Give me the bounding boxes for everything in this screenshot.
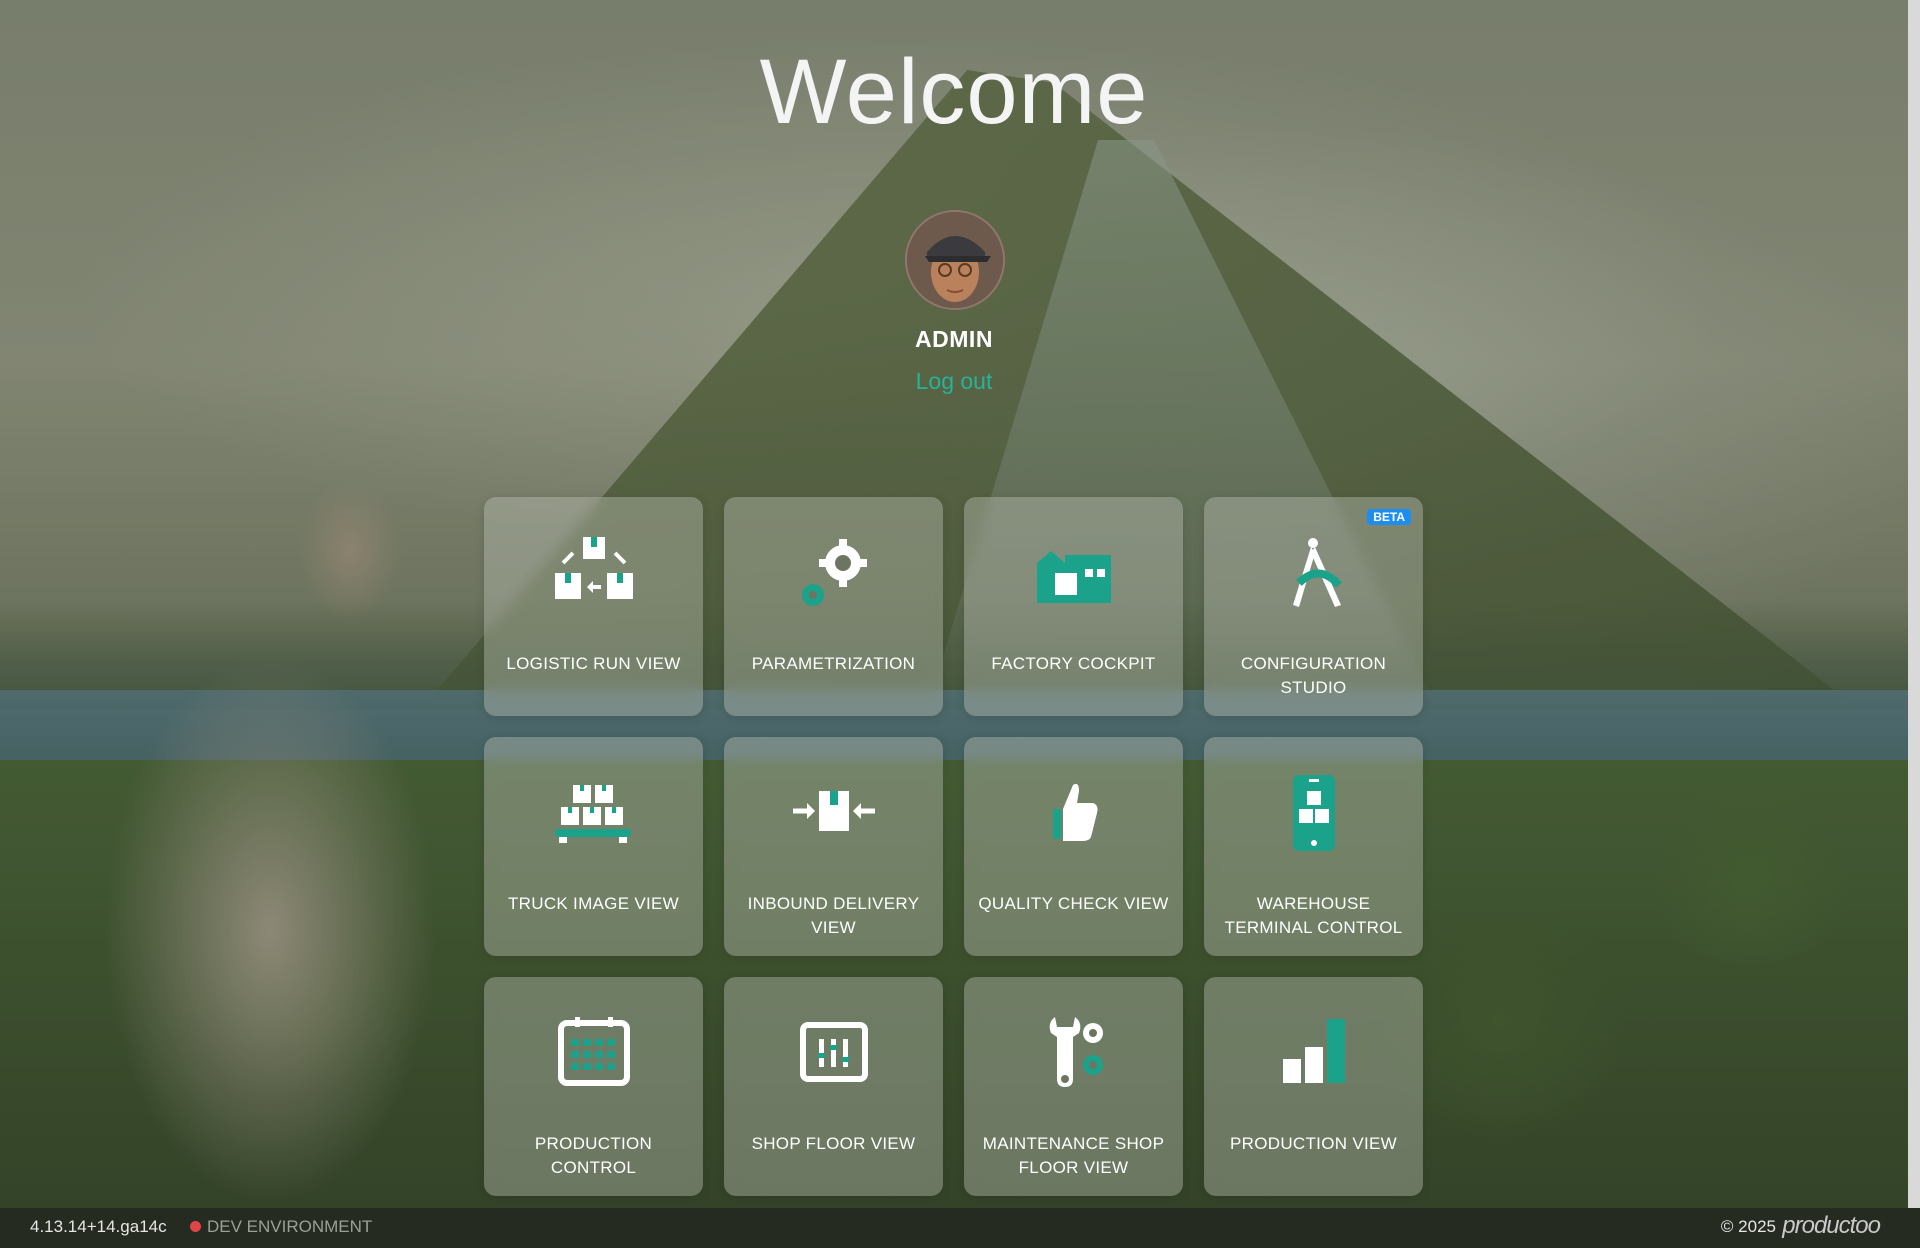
environment-label: DEV ENVIRONMENT	[207, 1217, 373, 1236]
tile-parametrization[interactable]: PARAMETRIZATION	[724, 497, 943, 716]
tile-warehouse-terminal-control[interactable]: WAREHOUSE TERMINAL CONTROL	[1204, 737, 1423, 956]
tile-label: FACTORY COCKPIT	[991, 654, 1156, 673]
gears-icon	[724, 533, 943, 613]
tile-label: INBOUND DELIVERY VIEW	[747, 894, 920, 937]
tile-label: MAINTENANCE SHOP FLOOR VIEW	[982, 1134, 1165, 1177]
tile-label: PRODUCTION VIEW	[1230, 1134, 1397, 1153]
terminal-boxes-icon	[1204, 773, 1423, 853]
avatar	[905, 210, 1005, 310]
copyright-text: © 2025	[1720, 1217, 1776, 1236]
beta-badge: BETA	[1367, 509, 1411, 525]
control-panel-icon	[724, 1013, 943, 1093]
tile-label: PRODUCTION CONTROL	[534, 1134, 653, 1177]
tile-inbound-delivery-view[interactable]: INBOUND DELIVERY VIEW	[724, 737, 943, 956]
bar-chart-icon	[1204, 1013, 1423, 1093]
compass-icon	[1204, 533, 1423, 613]
tile-label: QUALITY CHECK VIEW	[978, 894, 1169, 913]
tile-shop-floor-view[interactable]: SHOP FLOOR VIEW	[724, 977, 943, 1196]
environment-indicator: DEV ENVIRONMENT	[190, 1217, 372, 1237]
username: ADMIN	[915, 326, 993, 352]
calendar-icon	[484, 1013, 703, 1093]
thumbs-up-icon	[964, 773, 1183, 853]
tile-truck-image-view[interactable]: TRUCK IMAGE VIEW	[484, 737, 703, 956]
inbound-box-icon	[724, 773, 943, 853]
tile-maintenance-shop-floor-view[interactable]: MAINTENANCE SHOP FLOOR VIEW	[964, 977, 1183, 1196]
tile-label: WAREHOUSE TERMINAL CONTROL	[1224, 894, 1403, 937]
tile-label: LOGISTIC RUN VIEW	[506, 654, 681, 673]
tile-production-control[interactable]: PRODUCTION CONTROL	[484, 977, 703, 1196]
version-text: 4.13.14+14.ga14c	[30, 1217, 167, 1236]
tile-label: TRUCK IMAGE VIEW	[507, 894, 680, 913]
tile-quality-check-view[interactable]: QUALITY CHECK VIEW	[964, 737, 1183, 956]
app-tile-grid: LOGISTIC RUN VIEW PARAMETRIZATION FACTOR…	[484, 497, 1424, 1197]
status-dot-icon	[190, 1221, 201, 1232]
brand-logo: productoo	[1782, 1212, 1881, 1239]
wrench-gear-icon	[964, 1013, 1183, 1093]
factory-icon	[964, 533, 1183, 613]
tile-configuration-studio[interactable]: BETA CONFIGURATION STUDIO	[1204, 497, 1423, 716]
pallet-boxes-icon	[484, 773, 703, 853]
scrollbar[interactable]	[1908, 0, 1920, 1208]
boxes-flow-icon	[484, 533, 703, 613]
tile-logistic-run-view[interactable]: LOGISTIC RUN VIEW	[484, 497, 703, 716]
page-title: Welcome	[759, 41, 1149, 143]
tile-label: SHOP FLOOR VIEW	[751, 1134, 916, 1153]
tile-label: PARAMETRIZATION	[751, 654, 916, 673]
footer: 4.13.14+14.ga14c DEV ENVIRONMENT © 2025 …	[0, 1208, 1920, 1248]
tile-factory-cockpit[interactable]: FACTORY COCKPIT	[964, 497, 1183, 716]
tile-label: CONFIGURATION STUDIO	[1240, 654, 1387, 697]
logout-link[interactable]: Log out	[0, 368, 1908, 395]
tile-production-view[interactable]: PRODUCTION VIEW	[1204, 977, 1423, 1196]
